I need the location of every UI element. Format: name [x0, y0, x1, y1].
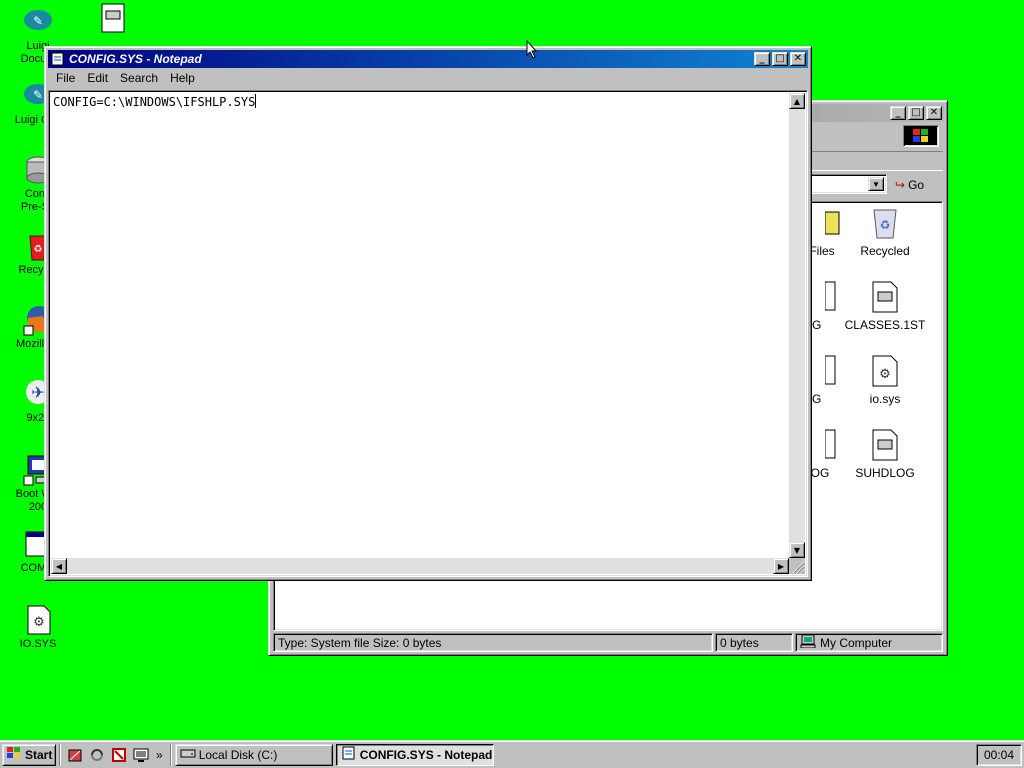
- svg-text:✎: ✎: [33, 14, 43, 28]
- text-file-icon: [869, 280, 901, 314]
- close-button[interactable]: ✕: [790, 52, 806, 66]
- desktop-icon-text-file[interactable]: [74, 2, 150, 36]
- go-label: Go: [908, 178, 925, 192]
- recycle-bin-icon: ♻: [869, 206, 901, 240]
- text-file-icon: [869, 428, 901, 462]
- notepad-window[interactable]: CONFIG.SYS - Notepad _ □ ✕ File Edit Sea…: [44, 46, 812, 581]
- scroll-left-button[interactable]: ◀: [51, 558, 67, 574]
- svg-text:♻: ♻: [880, 218, 891, 232]
- file-item[interactable]: ♻ Recycled: [840, 206, 930, 258]
- status-location-label: My Computer: [820, 635, 893, 650]
- notepad-icon: [50, 52, 66, 66]
- status-info: Type: System file Size: 0 bytes: [273, 633, 713, 652]
- arrow-left-icon: ◀: [55, 561, 63, 571]
- maximize-button[interactable]: □: [772, 52, 788, 66]
- windows-logo-icon: [6, 746, 22, 763]
- notepad-content: CONFIG=C:\WINDOWS\IFSHLP.SYS: [53, 95, 256, 109]
- file-label: Recycled: [860, 244, 910, 258]
- system-tray-clock[interactable]: 00:04: [976, 743, 1022, 766]
- desktop-icon-io-sys[interactable]: ⚙ IO.SYS: [0, 604, 76, 651]
- scroll-down-button[interactable]: ▼: [789, 542, 805, 558]
- menu-help[interactable]: Help: [164, 71, 201, 85]
- file-label: CLASSES.1ST: [844, 318, 926, 332]
- file-item[interactable]: ⚙ io.sys: [840, 354, 930, 406]
- go-arrow-icon: ↪: [895, 178, 906, 192]
- horizontal-scrollbar[interactable]: ◀ ▶: [51, 558, 789, 574]
- quicklaunch-tools-icon[interactable]: [66, 746, 84, 764]
- text-file-icon: [96, 2, 128, 34]
- file-item[interactable]: CLASSES.1ST: [840, 280, 930, 332]
- drive-icon: [180, 747, 196, 762]
- my-computer-icon: [800, 634, 816, 651]
- desktop-icon-label: IO.SYS: [19, 638, 57, 650]
- quicklaunch-refresh-icon[interactable]: [88, 746, 106, 764]
- notepad-title: CONFIG.SYS - Notepad: [69, 52, 202, 66]
- maximize-button[interactable]: □: [908, 106, 924, 120]
- svg-text:⚙: ⚙: [33, 615, 45, 630]
- resize-grip[interactable]: [789, 558, 805, 574]
- explorer-status-bar: Type: System file Size: 0 bytes 0 bytes …: [273, 633, 943, 652]
- notepad-menubar: File Edit Search Help: [48, 68, 808, 87]
- taskbar-separator: [59, 743, 61, 766]
- task-local-disk[interactable]: Local Disk (C:): [174, 743, 333, 766]
- task-label: Local Disk (C:): [198, 747, 278, 762]
- scroll-right-button[interactable]: ▶: [773, 558, 789, 574]
- vertical-scrollbar[interactable]: ▲ ▼: [789, 93, 805, 558]
- taskbar: Start » Local Disk (C:) CONFIG.SYS - Not…: [0, 740, 1024, 768]
- taskbar-separator: [169, 743, 172, 766]
- svg-text:✎: ✎: [33, 88, 43, 102]
- menu-file[interactable]: File: [50, 71, 81, 85]
- system-file-icon: ⚙: [22, 604, 54, 636]
- minimize-button[interactable]: _: [754, 52, 770, 66]
- notepad-icon: [341, 746, 357, 763]
- file-item[interactable]: SUHDLOG: [840, 428, 930, 480]
- quicklaunch-more-chevron[interactable]: »: [156, 748, 163, 762]
- close-button[interactable]: ✕: [926, 106, 942, 120]
- task-label: CONFIG.SYS - Notepad: [359, 747, 493, 762]
- svg-text:✈: ✈: [31, 383, 44, 402]
- status-location: My Computer: [795, 633, 943, 652]
- chevron-down-icon: ▼: [872, 179, 880, 189]
- network-folder-icon: ✎: [22, 6, 54, 38]
- notepad-text-area[interactable]: CONFIG=C:\WINDOWS\IFSHLP.SYS ▲ ▼ ◀ ▶: [48, 90, 808, 577]
- svg-text:⚙: ⚙: [879, 367, 891, 382]
- go-button[interactable]: ↪ Go: [895, 175, 939, 195]
- notepad-titlebar[interactable]: CONFIG.SYS - Notepad _ □ ✕: [48, 50, 808, 68]
- text-caret: [255, 94, 257, 108]
- task-config-notepad[interactable]: CONFIG.SYS - Notepad: [335, 743, 494, 766]
- arrow-down-icon: ▼: [793, 545, 801, 555]
- minimize-button[interactable]: _: [890, 106, 906, 120]
- notepad-content-line: CONFIG=C:\WINDOWS\IFSHLP.SYS: [53, 94, 257, 109]
- status-size: 0 bytes: [715, 633, 793, 652]
- mouse-cursor-icon: [526, 39, 538, 63]
- svg-text:♻: ♻: [34, 244, 43, 255]
- scroll-up-button[interactable]: ▲: [789, 93, 805, 109]
- arrow-up-icon: ▲: [793, 96, 801, 106]
- quicklaunch-program-icon[interactable]: [110, 746, 128, 764]
- menu-edit[interactable]: Edit: [81, 71, 114, 85]
- quicklaunch-desktop-icon[interactable]: [132, 746, 150, 764]
- windows-logo-icon: [903, 125, 939, 147]
- address-dropdown-button[interactable]: ▼: [868, 177, 884, 191]
- file-label: io.sys: [869, 392, 901, 406]
- start-label: Start: [25, 747, 53, 762]
- menu-search[interactable]: Search: [114, 71, 164, 85]
- start-button[interactable]: Start: [2, 743, 56, 766]
- system-file-icon: ⚙: [869, 354, 901, 388]
- arrow-right-icon: ▶: [777, 561, 785, 571]
- file-label: SUHDLOG: [855, 466, 915, 480]
